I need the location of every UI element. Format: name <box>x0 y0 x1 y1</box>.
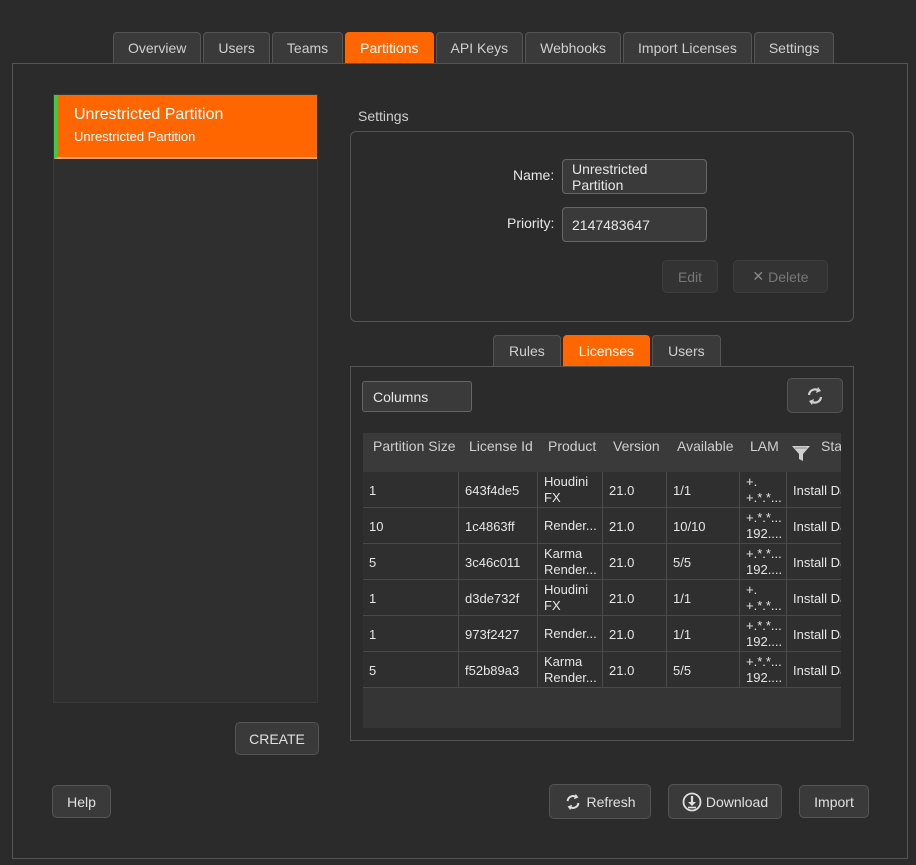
cell-partition-size: 5 <box>363 652 459 688</box>
header-partition-size[interactable]: Partition Size <box>373 433 455 472</box>
cell-status: Install Da <box>793 626 841 642</box>
header-version[interactable]: Version <box>613 433 660 472</box>
settings-heading: Settings <box>358 108 409 124</box>
header-product[interactable]: Product <box>548 433 596 472</box>
cell-available: 10/10 <box>667 508 740 544</box>
cell-product: Render... <box>538 616 603 652</box>
cell-available: 1/1 <box>667 472 740 508</box>
subtab-users[interactable]: Users <box>652 335 721 366</box>
table-row[interactable]: 1 973f2427 Render... 21.0 1/1 +.*.*... 192....… <box>363 616 841 652</box>
tab-partitions[interactable]: Partitions <box>345 32 434 63</box>
cell-lam: +.*.*... 192.... <box>740 616 787 652</box>
cell-version: 21.0 <box>603 616 667 652</box>
cell-product: Render... <box>538 508 603 544</box>
help-button[interactable]: Help <box>52 785 111 818</box>
create-button[interactable]: CREATE <box>235 722 319 755</box>
edit-button[interactable]: Edit <box>662 260 718 293</box>
cell-product: Karma Render... <box>538 652 603 688</box>
tab-api-keys[interactable]: API Keys <box>435 32 524 63</box>
name-field[interactable]: Unrestricted Partition <box>562 159 707 194</box>
cell-lam: +.*.*... 192.... <box>740 508 787 544</box>
cell-version: 21.0 <box>603 544 667 580</box>
refresh-icon <box>807 386 823 405</box>
close-icon: ✕ <box>752 268 765 284</box>
cell-available: 5/5 <box>667 544 740 580</box>
cell-license-id: d3de732f <box>459 580 538 616</box>
cell-product: Houdini FX <box>538 472 603 508</box>
cell-available: 1/1 <box>667 616 740 652</box>
name-label: Name: <box>513 167 555 183</box>
cell-license-id: 643f4de5 <box>459 472 538 508</box>
cell-status: Install Da <box>793 518 841 534</box>
sub-tab-bar: Rules Licenses Users <box>493 335 721 366</box>
cell-license-id: 3c46c011 <box>459 544 538 580</box>
table-row[interactable]: 1 d3de732f Houdini FX 21.0 1/1 +. +.*.*... Inst… <box>363 580 841 616</box>
table-header: Partition Size License Id Product Versio… <box>363 433 841 472</box>
header-status[interactable]: Sta <box>821 433 841 472</box>
refresh-button[interactable]: Refresh <box>549 784 651 819</box>
cell-partition-size: 1 <box>363 472 459 508</box>
cell-status: Install Da <box>793 482 841 498</box>
partition-list-item[interactable]: Unrestricted Partition Unrestricted Part… <box>54 95 317 159</box>
header-lam[interactable]: LAM <box>750 433 779 472</box>
cell-status: Install Da <box>793 554 841 570</box>
download-button-label: Download <box>705 793 769 810</box>
filter-icon[interactable] <box>791 443 811 463</box>
tab-webhooks[interactable]: Webhooks <box>525 32 622 63</box>
subtab-licenses[interactable]: Licenses <box>562 335 651 366</box>
delete-button-label: Delete <box>768 268 809 285</box>
cell-lam: +.*.*... 192.... <box>740 544 787 580</box>
licenses-panel: Columns Partition Size License Id Produc… <box>350 366 854 741</box>
cell-product: Houdini FX <box>538 580 603 616</box>
cell-version: 21.0 <box>603 508 667 544</box>
cell-available: 5/5 <box>667 652 740 688</box>
cell-version: 21.0 <box>603 652 667 688</box>
subtab-rules[interactable]: Rules <box>493 335 561 366</box>
cell-status: Install Da <box>793 590 841 606</box>
delete-button[interactable]: ✕ Delete <box>733 260 828 293</box>
partition-list[interactable]: Unrestricted Partition Unrestricted Part… <box>53 94 318 703</box>
cell-lam: +. +.*.*... <box>740 472 787 508</box>
tab-users[interactable]: Users <box>203 32 270 63</box>
settings-group: Name: Unrestricted Partition Priority: 2… <box>350 131 854 322</box>
table-row[interactable]: 5 f52b89a3 Karma Render... 21.0 5/5 +.*.*... 1… <box>363 652 841 688</box>
table-row[interactable]: 1 643f4de5 Houdini FX 21.0 1/1 +. +.*.*... Inst… <box>363 472 841 508</box>
priority-label: Priority: <box>507 215 555 231</box>
cell-version: 21.0 <box>603 472 667 508</box>
table-row[interactable]: 5 3c46c011 Karma Render... 21.0 5/5 +.*.*... 1… <box>363 544 841 580</box>
download-button[interactable]: Download <box>668 784 782 819</box>
cell-partition-size: 10 <box>363 508 459 544</box>
refresh-grid-button[interactable] <box>787 378 843 413</box>
cell-partition-size: 1 <box>363 616 459 652</box>
tab-settings[interactable]: Settings <box>753 32 835 63</box>
refresh-button-label: Refresh <box>586 793 636 810</box>
download-icon <box>682 792 702 811</box>
tab-import-licenses[interactable]: Import Licenses <box>623 32 752 63</box>
table-row[interactable]: 10 1c4863ff Render... 21.0 10/10 +.*.*... 192.… <box>363 508 841 544</box>
partitions-panel: Unrestricted Partition Unrestricted Part… <box>12 63 908 859</box>
cell-license-id: f52b89a3 <box>459 652 538 688</box>
cell-lam: +. +.*.*... <box>740 580 787 616</box>
cell-lam: +.*.*... 192.... <box>740 652 787 688</box>
header-available[interactable]: Available <box>677 433 734 472</box>
priority-field[interactable]: 2147483647 <box>562 207 707 242</box>
top-tab-bar: Overview Users Teams Partitions API Keys… <box>113 32 835 63</box>
cell-license-id: 973f2427 <box>459 616 538 652</box>
header-license-id[interactable]: License Id <box>469 433 533 472</box>
import-button[interactable]: Import <box>799 785 869 818</box>
partition-subtitle: Unrestricted Partition <box>74 129 196 144</box>
cell-status: Install Da <box>793 662 841 678</box>
cell-version: 21.0 <box>603 580 667 616</box>
cell-partition-size: 5 <box>363 544 459 580</box>
cell-partition-size: 1 <box>363 580 459 616</box>
partition-title: Unrestricted Partition <box>74 106 224 123</box>
tab-teams[interactable]: Teams <box>271 32 344 63</box>
columns-select[interactable]: Columns <box>362 381 472 412</box>
refresh-icon <box>567 793 580 810</box>
cell-available: 1/1 <box>667 580 740 616</box>
cell-license-id: 1c4863ff <box>459 508 538 544</box>
licenses-table: Partition Size License Id Product Versio… <box>363 433 841 728</box>
cell-product: Karma Render... <box>538 544 603 580</box>
tab-overview[interactable]: Overview <box>113 32 202 63</box>
